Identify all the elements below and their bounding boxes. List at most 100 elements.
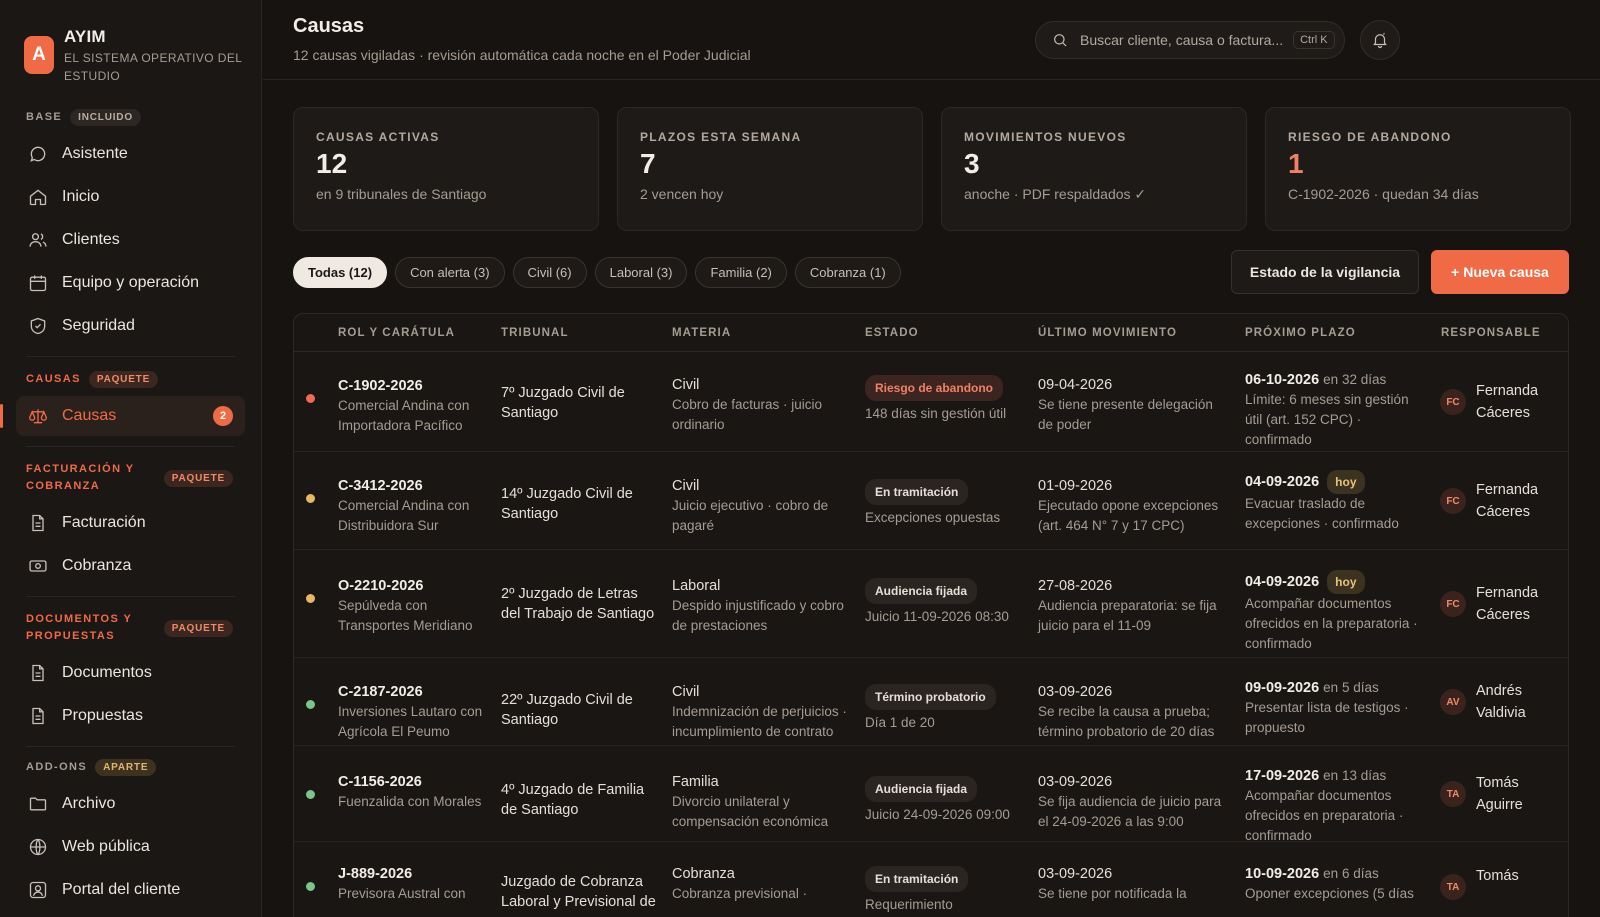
sidebar-item-documentos[interactable]: Documentos [16, 653, 245, 693]
section-pill: APARTE [95, 759, 157, 776]
sidebar-item-clientes[interactable]: Clientes [16, 220, 245, 260]
case-plazo-fecha: 04-09-2026 [1245, 574, 1320, 590]
cell-proximo-plazo: 06-10-2026 en 32 días Límite: 6 meses sin… [1245, 370, 1423, 450]
sidebar-item-asistente[interactable]: Asistente [16, 134, 245, 174]
sidebar-item-equipo[interactable]: Equipo y operación [16, 263, 245, 303]
case-responsable: Tomás Aguirre [1476, 775, 1523, 813]
case-responsable: Fernanda Cáceres [1476, 482, 1539, 520]
col-tribunal[interactable]: TRIBUNAL [501, 327, 569, 339]
causas-count-badge: 2 [213, 406, 233, 426]
sidebar-item-archivo[interactable]: Archivo [16, 784, 245, 824]
sidebar-divider [26, 596, 235, 597]
case-mov-fecha: 03-09-2026 [1038, 684, 1113, 700]
folder-icon [29, 797, 47, 811]
case-plazo-fecha: 09-09-2026 [1245, 680, 1320, 696]
case-mov-detalle: Ejecutado opone excepciones (art. 464 N°… [1038, 498, 1219, 533]
col-estado[interactable]: ESTADO [865, 327, 919, 339]
user-icon [29, 881, 47, 899]
case-plazo-en: en 6 días [1323, 866, 1379, 881]
sidebar-item-portal-cliente[interactable]: Portal del cliente [16, 870, 245, 910]
case-plazo-fecha: 04-09-2026 [1245, 474, 1320, 490]
case-rol[interactable]: J-889-2026 [338, 864, 488, 884]
case-tribunal: 7º Juzgado Civil de Santiago [501, 385, 625, 421]
main-content: Causas 12 causas vigiladas · revisión au… [263, 0, 1600, 917]
cell-rol-caratula: C-1902-2026 Comercial Andina con Importa… [338, 376, 488, 436]
case-tribunal: 2º Juzgado de Letras del Trabajo de Sant… [501, 586, 655, 622]
calendar-icon [29, 275, 47, 292]
table-row[interactable]: C-1156-2026 Fuenzalida con Morales 4º Ju… [294, 746, 1568, 843]
case-mov-fecha: 09-04-2026 [1038, 377, 1113, 393]
sidebar-item-facturacion[interactable]: Facturación [16, 503, 245, 543]
new-case-button[interactable]: + Nueva causa [1431, 250, 1569, 294]
section-pill: PAQUETE [163, 619, 233, 637]
cell-estado: Audiencia fijada Juicio 11-09-2026 08:30 [865, 578, 1025, 627]
cell-tribunal: 14º Juzgado Civil de Santiago [501, 484, 659, 524]
case-materia-detalle: Juicio ejecutivo · cobro de pagaré [672, 498, 829, 533]
case-rol[interactable]: C-2187-2026 [338, 682, 488, 702]
stat-card-riesgo: RIESGO DE ABANDONO 1 C-1902-2026 · queda… [1265, 107, 1571, 231]
case-plazo-en: en 5 días [1323, 680, 1379, 695]
case-rol[interactable]: C-1156-2026 [338, 772, 488, 792]
case-mov-detalle: Se tiene por notificada la [1038, 886, 1187, 901]
case-materia: Civil [672, 478, 700, 494]
sidebar-item-seguridad[interactable]: Seguridad [16, 306, 245, 346]
brand: A AYIM EL SISTEMA OPERATIVO DEL ESTUDIO [0, 0, 261, 85]
topbar: Causas 12 causas vigiladas · revisión au… [263, 0, 1600, 80]
brand-logo[interactable]: A [24, 36, 54, 74]
page-subtitle: 12 causas vigiladas · revisión automátic… [293, 47, 751, 63]
case-mov-detalle: Se tiene presente delegación de poder [1038, 397, 1213, 432]
case-materia: Laboral [672, 578, 721, 594]
watch-status-button[interactable]: Estado de la vigilancia [1231, 250, 1419, 294]
col-rol[interactable]: ROL Y CARÁTULA [338, 327, 455, 339]
section-causas: CAUSAS PAQUETE [0, 371, 261, 388]
filter-civil[interactable]: Civil (6) [512, 257, 587, 288]
col-responsable[interactable]: RESPONSABLE [1441, 327, 1541, 339]
table-row[interactable]: O-2210-2026 Sepúlveda con Transportes Me… [294, 550, 1568, 658]
sidebar-item-web-publica[interactable]: Web pública [16, 827, 245, 867]
case-estado-detalle: Requerimiento [865, 897, 953, 912]
filter-familia[interactable]: Familia (2) [695, 257, 787, 288]
col-proximo-plazo[interactable]: PRÓXIMO PLAZO [1245, 327, 1356, 339]
case-materia-detalle: Despido injustificado y cobro de prestac… [672, 598, 844, 633]
filter-todas[interactable]: Todas (12) [293, 257, 388, 288]
sidebar: A AYIM EL SISTEMA OPERATIVO DEL ESTUDIO … [0, 0, 262, 917]
cell-estado: En tramitación Requerimiento [865, 866, 1025, 915]
search-shortcut: Ctrl K [1293, 31, 1335, 49]
sidebar-item-cobranza[interactable]: Cobranza [16, 546, 245, 586]
section-pill: PAQUETE [163, 469, 233, 487]
table-row[interactable]: C-3412-2026 Comercial Andina con Distrib… [294, 452, 1568, 550]
filter-con-alerta[interactable]: Con alerta (3) [395, 257, 505, 288]
status-badge: Audiencia fijada [865, 578, 978, 604]
section-pill: INCLUIDO [70, 109, 141, 126]
cell-ultimo-movimiento: 27-08-2026 Audiencia preparatoria: se fi… [1038, 576, 1230, 636]
status-dot [306, 882, 315, 891]
case-rol[interactable]: C-1902-2026 [338, 376, 488, 396]
sidebar-item-causas[interactable]: Causas 2 [0, 396, 245, 436]
case-rol[interactable]: O-2210-2026 [338, 576, 488, 596]
case-mov-detalle: Audiencia preparatoria: se fija juicio p… [1038, 598, 1217, 633]
sidebar-item-propuestas[interactable]: Propuestas [16, 696, 245, 736]
cell-materia: Civil Juicio ejecutivo · cobro de pagaré [672, 476, 852, 536]
table-row[interactable]: J-889-2026 Previsora Austral con Juzgado… [294, 842, 1568, 917]
case-materia: Civil [672, 377, 700, 393]
cell-estado: Riesgo de abandono 148 días sin gestión … [865, 375, 1025, 424]
sidebar-divider [26, 746, 235, 747]
stat-value: 7 [640, 148, 656, 179]
brand-name: AYIM [64, 27, 106, 46]
filter-cobranza[interactable]: Cobranza (1) [794, 257, 901, 288]
col-materia[interactable]: MATERIA [672, 327, 731, 339]
case-rol[interactable]: C-3412-2026 [338, 476, 488, 496]
notifications-button[interactable] [1360, 20, 1400, 60]
table-row[interactable]: C-1902-2026 Comercial Andina con Importa… [294, 352, 1568, 452]
cell-estado: En tramitación Excepciones opuestas [865, 479, 1025, 528]
search-input[interactable]: Buscar cliente, causa o factura... Ctrl … [1035, 21, 1345, 59]
table-row[interactable]: C-2187-2026 Inversiones Lautaro con Agrí… [294, 658, 1568, 746]
sidebar-item-inicio[interactable]: Inicio [16, 177, 245, 217]
plazo-hoy-badge: hoy [1327, 470, 1365, 494]
stat-value: 1 [1288, 148, 1304, 179]
col-ultimo-movimiento[interactable]: ÚLTIMO MOVIMIENTO [1038, 327, 1177, 339]
stat-note: C-1902-2026 · quedan 34 días [1288, 186, 1479, 202]
filter-laboral[interactable]: Laboral (3) [594, 257, 688, 288]
cell-tribunal: Juzgado de Cobranza Laboral y Previsiona… [501, 872, 659, 912]
cell-rol-caratula: O-2210-2026 Sepúlveda con Transportes Me… [338, 576, 488, 636]
